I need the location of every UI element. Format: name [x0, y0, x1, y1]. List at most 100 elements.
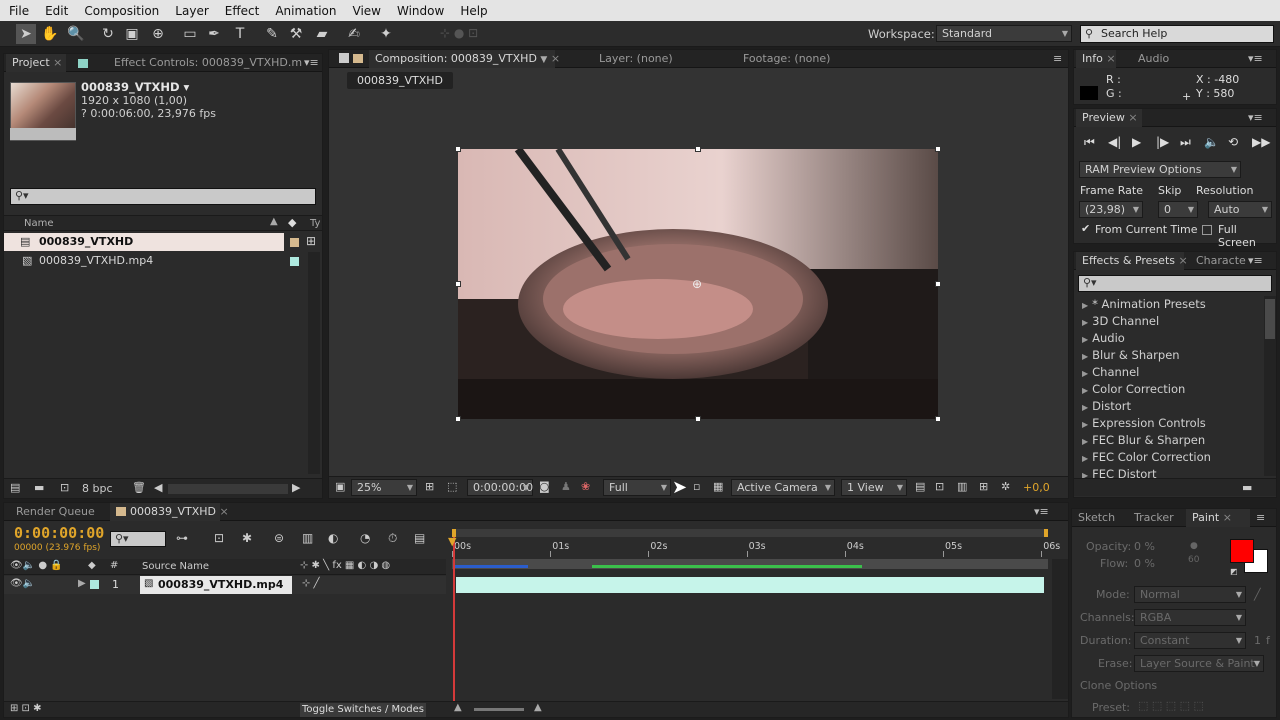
time-ruler[interactable]: 00s 01s 02s 03s 04s 05s 06s: [448, 539, 1060, 557]
last-frame-icon[interactable]: ⏭: [1180, 135, 1191, 150]
eraser-tool-icon[interactable]: ▰: [312, 24, 332, 44]
type-tool-icon[interactable]: T: [230, 24, 250, 44]
eyedropper-icon[interactable]: ╱: [1254, 588, 1261, 601]
panel-menu-icon[interactable]: ▾≡: [304, 56, 319, 69]
audio-icon[interactable]: 🔈: [1204, 135, 1219, 149]
tab-footage[interactable]: Footage: (none): [737, 50, 836, 68]
tab-effects-presets[interactable]: Effects & Presets ×: [1076, 252, 1188, 270]
menu-composition[interactable]: Composition: [75, 4, 166, 18]
skip-dropdown[interactable]: 0: [1158, 201, 1198, 218]
col-source-name[interactable]: Source Name: [142, 561, 209, 572]
from-current-checkbox[interactable]: ✔: [1081, 222, 1090, 235]
expand-icon[interactable]: ▶: [1082, 386, 1088, 395]
safe-zones-icon[interactable]: ⊞: [425, 480, 434, 493]
tab-sketch[interactable]: Sketch: [1072, 509, 1121, 527]
label-column-icon[interactable]: ◆: [88, 560, 96, 571]
effects-search-input[interactable]: ⚲▾: [1078, 275, 1272, 292]
col-type[interactable]: Ty: [310, 218, 320, 229]
label-icon[interactable]: ◆: [288, 216, 296, 229]
search-help-input[interactable]: ⚲ Search Help: [1080, 25, 1274, 43]
erase-dropdown[interactable]: Layer Source & Paint: [1134, 655, 1264, 672]
camera-tool-icon[interactable]: ▣: [122, 24, 142, 44]
tab-audio[interactable]: Audio: [1132, 50, 1175, 68]
time-navigator[interactable]: [452, 529, 1048, 537]
show-snapshot-icon[interactable]: ♟: [561, 480, 571, 493]
effects-scrollbar[interactable]: [1264, 296, 1276, 476]
panel-menu-icon[interactable]: ≡: [1256, 511, 1265, 524]
effects-category[interactable]: ▶ Audio: [1082, 330, 1125, 347]
timeline-current-time[interactable]: 0:00:00:00: [14, 524, 104, 542]
puppet-pin-tool-icon[interactable]: ✦: [376, 24, 396, 44]
current-time-display[interactable]: 0:00:00:00: [467, 479, 533, 496]
tab-timeline-comp[interactable]: 000839_VTXHD ×: [110, 503, 229, 521]
rotate-tool-icon[interactable]: ↻: [98, 24, 118, 44]
preview-resolution-dropdown[interactable]: Auto: [1208, 201, 1272, 218]
clone-options-label[interactable]: Clone Options: [1080, 679, 1157, 692]
expand-icon[interactable]: ▶: [1082, 301, 1088, 310]
panel-menu-icon[interactable]: ▾≡: [1034, 505, 1049, 518]
motion-blur-icon[interactable]: ▥: [302, 531, 313, 545]
effects-category[interactable]: ▶ Distort: [1082, 398, 1131, 415]
scroll-right-icon[interactable]: ▶: [292, 481, 300, 494]
project-row-selected[interactable]: ▤ 000839_VTXHD: [4, 233, 284, 251]
duration-frames[interactable]: 1: [1254, 634, 1261, 647]
menu-view[interactable]: View: [344, 4, 388, 18]
new-composition-icon[interactable]: ⊡: [60, 481, 69, 494]
full-screen-checkbox[interactable]: [1202, 225, 1212, 235]
tab-layer[interactable]: Layer: (none): [593, 50, 679, 68]
expand-icon[interactable]: ▶: [1082, 318, 1088, 327]
lock-icon[interactable]: [339, 53, 349, 63]
project-row[interactable]: ▧ 000839_VTXHD.mp4: [4, 252, 284, 270]
preview-options-dropdown[interactable]: RAM Preview Options: [1079, 161, 1241, 178]
flowchart-icon[interactable]: ⊞: [306, 234, 316, 248]
flow-value[interactable]: 0 %: [1134, 557, 1155, 570]
frame-blending-icon[interactable]: ⊜: [274, 531, 284, 545]
tab-character[interactable]: Characte: [1190, 252, 1252, 270]
menu-edit[interactable]: Edit: [36, 4, 75, 18]
transform-handle[interactable]: [455, 416, 461, 422]
always-preview-icon[interactable]: ▣: [335, 480, 345, 493]
layer-duration-bar[interactable]: [456, 577, 1044, 593]
tab-paint[interactable]: Paint ×: [1186, 509, 1250, 527]
panel-menu-icon[interactable]: ≡: [1053, 52, 1062, 65]
ram-preview-icon[interactable]: ▶▶: [1252, 135, 1270, 149]
work-area-bar[interactable]: [452, 559, 1048, 569]
expand-icon[interactable]: ▶: [1082, 403, 1088, 412]
expand-icon[interactable]: ▶: [1082, 335, 1088, 344]
reset-exposure-icon[interactable]: ✲: [1001, 480, 1010, 493]
menu-help[interactable]: Help: [451, 4, 494, 18]
first-frame-icon[interactable]: ⏮: [1084, 135, 1095, 150]
layer-av-icons[interactable]: 👁🔈: [10, 578, 35, 589]
loop-icon[interactable]: ⟲: [1228, 135, 1238, 149]
interpret-footage-icon[interactable]: ▤: [10, 481, 20, 494]
expand-icon[interactable]: ▶: [1082, 437, 1088, 446]
expand-icon[interactable]: ▶: [1082, 352, 1088, 361]
roto-brush-tool-icon[interactable]: ✍: [344, 24, 364, 44]
channels-dropdown[interactable]: RGBA: [1134, 609, 1246, 626]
expand-icon[interactable]: ▶: [1082, 420, 1088, 429]
opacity-value[interactable]: 0 %: [1134, 540, 1155, 553]
auto-keyframe-icon[interactable]: ⏱: [388, 531, 397, 546]
expand-icon[interactable]: ▶: [1082, 369, 1088, 378]
expand-layer-icon[interactable]: ▶: [78, 578, 86, 589]
mode-dropdown[interactable]: Normal: [1134, 586, 1246, 603]
clone-presets-icons[interactable]: ⬚ ⬚ ⬚ ⬚ ⬚: [1138, 699, 1204, 712]
toggle-switches-modes[interactable]: Toggle Switches / Modes: [300, 703, 426, 717]
transparency-grid-icon[interactable]: ▦: [713, 480, 723, 493]
transform-handle[interactable]: [935, 416, 941, 422]
brush-tip-icon[interactable]: ●: [1190, 541, 1198, 551]
effects-category[interactable]: ▶ Blur & Sharpen: [1082, 347, 1180, 364]
rectangle-tool-icon[interactable]: ▭: [180, 24, 200, 44]
timeline-vscrollbar[interactable]: [1052, 559, 1068, 699]
transform-handle[interactable]: [695, 146, 701, 152]
effects-category[interactable]: ▶ Channel: [1082, 364, 1139, 381]
duration-dropdown[interactable]: Constant: [1134, 632, 1246, 649]
transform-handle[interactable]: [935, 146, 941, 152]
zoom-out-icon[interactable]: ▲: [454, 702, 462, 713]
zoom-tool-icon[interactable]: 🔍: [66, 24, 86, 44]
tab-preview[interactable]: Preview ×: [1076, 109, 1142, 127]
tab-composition[interactable]: Composition: 000839_VTXHD ▼ ×: [369, 50, 560, 68]
composition-viewer[interactable]: ⊕: [458, 149, 938, 419]
workspace-dropdown[interactable]: Standard: [936, 25, 1072, 42]
transform-handle[interactable]: [455, 281, 461, 287]
